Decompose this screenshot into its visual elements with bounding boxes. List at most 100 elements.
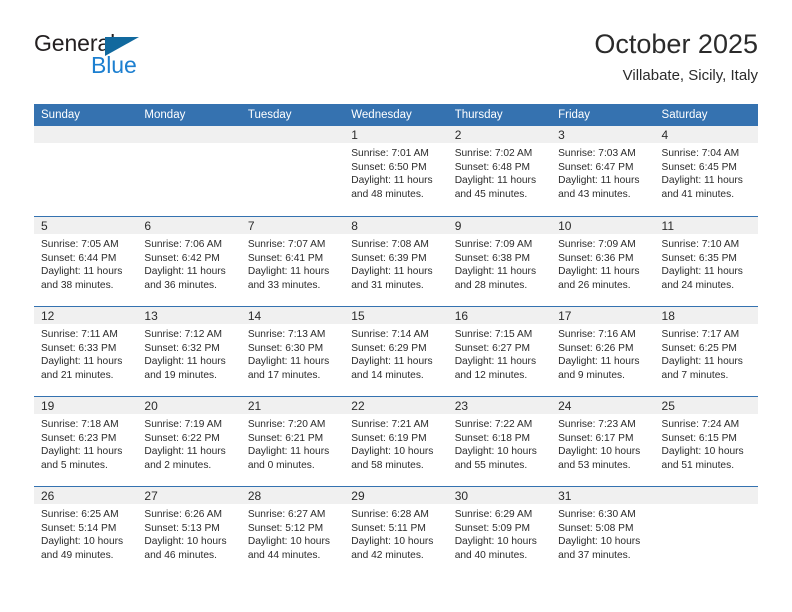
day-number: 25 bbox=[661, 399, 675, 413]
daylight-text-line1: Daylight: 11 hours bbox=[351, 266, 433, 278]
day-number-band: 11 bbox=[654, 217, 758, 234]
daylight-text-line2: and 33 minutes. bbox=[247, 279, 321, 291]
calendar-day-cell[interactable]: 18 Sunrise: 7:17 AM Sunset: 6:25 PM Dayligh… bbox=[654, 307, 758, 396]
calendar-day-cell[interactable]: 10 Sunrise: 7:09 AM Sunset: 6:36 PM Dayligh… bbox=[551, 217, 655, 306]
daylight-text-line2: and 26 minutes. bbox=[558, 279, 631, 291]
calendar-page: General Blue October 2025 Villabate, Sic… bbox=[0, 0, 792, 612]
calendar-day-cell[interactable]: 22 Sunrise: 7:21 AM Sunset: 6:19 PM Dayligh… bbox=[344, 397, 448, 486]
sunrise-text: Sunrise: 7:18 AM bbox=[41, 419, 119, 430]
sunrise-text: Sunrise: 7:01 AM bbox=[351, 148, 429, 159]
day-number-band: 31 bbox=[551, 487, 655, 504]
calendar-day-cell[interactable]: 23 Sunrise: 7:22 AM Sunset: 6:18 PM Dayligh… bbox=[447, 397, 552, 486]
daylight-text-line1: Daylight: 11 hours bbox=[144, 356, 226, 368]
sunset-text: Sunset: 6:26 PM bbox=[558, 342, 634, 354]
calendar-day-cell[interactable]: 13 Sunrise: 7:12 AM Sunset: 6:32 PM Dayligh… bbox=[137, 307, 241, 396]
day-details bbox=[137, 143, 240, 147]
calendar-day-cell[interactable]: 19 Sunrise: 7:18 AM Sunset: 6:23 PM Dayligh… bbox=[34, 397, 138, 486]
calendar-day-cell[interactable]: 4 Sunrise: 7:04 AM Sunset: 6:45 PM Daylight… bbox=[654, 126, 758, 216]
daylight-text-line2: and 28 minutes. bbox=[454, 279, 528, 291]
calendar-day-cell[interactable]: 20 Sunrise: 7:19 AM Sunset: 6:22 PM Dayligh… bbox=[137, 397, 241, 486]
calendar-day-cell[interactable]: 27 Sunrise: 6:26 AM Sunset: 5:13 PM Dayligh… bbox=[137, 487, 241, 576]
day-number-band: 26 bbox=[34, 487, 138, 504]
weekday-header-thursday: Thursday bbox=[454, 109, 503, 121]
day-number-band: 7 bbox=[240, 217, 345, 234]
weekday-header-friday: Friday bbox=[558, 109, 591, 121]
calendar-day-cell[interactable]: 15 Sunrise: 7:14 AM Sunset: 6:29 PM Dayligh… bbox=[344, 307, 448, 396]
daylight-text-line2: and 24 minutes. bbox=[661, 279, 735, 291]
sunrise-text: Sunrise: 6:27 AM bbox=[247, 509, 326, 520]
calendar-day-cell[interactable]: 14 Sunrise: 7:13 AM Sunset: 6:30 PM Dayligh… bbox=[240, 307, 345, 396]
calendar-day-cell[interactable]: 30 Sunrise: 6:29 AM Sunset: 5:09 PM Dayligh… bbox=[447, 487, 552, 576]
calendar-day-cell[interactable]: 24 Sunrise: 7:23 AM Sunset: 6:17 PM Dayligh… bbox=[551, 397, 655, 486]
weekday-header-saturday: Saturday bbox=[661, 109, 708, 121]
brand-name-blue: Blue bbox=[91, 52, 137, 78]
daylight-text-line2: and 9 minutes. bbox=[558, 369, 625, 381]
calendar-day-cell[interactable]: 26 Sunrise: 6:25 AM Sunset: 5:14 PM Dayligh… bbox=[34, 487, 138, 576]
day-number: 15 bbox=[351, 309, 365, 323]
daylight-text-line1: Daylight: 10 hours bbox=[454, 536, 537, 548]
sunset-text: Sunset: 6:39 PM bbox=[351, 252, 427, 264]
calendar-day-cell[interactable]: 29 Sunrise: 6:28 AM Sunset: 5:11 PM Dayligh… bbox=[344, 487, 448, 576]
calendar-day-cell[interactable]: 16 Sunrise: 7:15 AM Sunset: 6:27 PM Dayligh… bbox=[447, 307, 552, 396]
day-details bbox=[34, 143, 137, 147]
calendar-day-cell[interactable]: 8 Sunrise: 7:08 AM Sunset: 6:39 PM Daylight… bbox=[344, 217, 448, 306]
calendar-day-cell[interactable]: 5 Sunrise: 7:05 AM Sunset: 6:44 PM Daylight… bbox=[34, 217, 138, 306]
calendar-day-cell[interactable]: 17 Sunrise: 7:16 AM Sunset: 6:26 PM Dayligh… bbox=[551, 307, 655, 396]
calendar-day-cell[interactable]: 11 Sunrise: 7:10 AM Sunset: 6:35 PM Dayligh… bbox=[654, 217, 758, 306]
sunset-text: Sunset: 6:32 PM bbox=[144, 342, 220, 354]
sunrise-text: Sunrise: 6:26 AM bbox=[144, 509, 223, 520]
day-number: 13 bbox=[144, 309, 158, 323]
day-number-band: 14 bbox=[240, 307, 345, 324]
daylight-text-line1: Daylight: 11 hours bbox=[351, 175, 433, 187]
day-details: Sunrise: 7:01 AM Sunset: 6:50 PM Daylight:… bbox=[344, 143, 447, 201]
calendar-day-cell[interactable]: 1 Sunrise: 7:01 AM Sunset: 6:50 PM Daylight… bbox=[344, 126, 448, 216]
day-number: 31 bbox=[558, 489, 572, 503]
sunrise-text: Sunrise: 7:02 AM bbox=[454, 148, 533, 159]
day-details: Sunrise: 6:25 AM Sunset: 5:14 PM Daylight:… bbox=[34, 504, 137, 562]
calendar-day-cell[interactable]: 28 Sunrise: 6:27 AM Sunset: 5:12 PM Dayligh… bbox=[240, 487, 345, 576]
calendar-day-cell[interactable]: 6 Sunrise: 7:06 AM Sunset: 6:42 PM Daylight… bbox=[137, 217, 241, 306]
day-number: 5 bbox=[41, 219, 48, 233]
calendar-week-row: 12 Sunrise: 7:11 AM Sunset: 6:33 PM Dayligh… bbox=[34, 306, 758, 396]
day-number: 12 bbox=[41, 309, 55, 323]
day-number-band: 10 bbox=[551, 217, 655, 234]
calendar-grid: Sunday Monday Tuesday Wednesday Thursday… bbox=[34, 104, 758, 576]
day-details: Sunrise: 6:27 AM Sunset: 5:12 PM Daylight:… bbox=[241, 504, 344, 562]
day-number-band: 15 bbox=[344, 307, 448, 324]
day-details: Sunrise: 7:03 AM Sunset: 6:47 PM Daylight:… bbox=[551, 143, 654, 201]
sunrise-text: Sunrise: 7:24 AM bbox=[661, 419, 740, 430]
sunset-text: Sunset: 6:22 PM bbox=[144, 432, 220, 444]
brand-logo[interactable]: General Blue bbox=[34, 30, 184, 86]
calendar-day-cell[interactable]: 25 Sunrise: 7:24 AM Sunset: 6:15 PM Dayligh… bbox=[654, 397, 758, 486]
calendar-day-cell[interactable]: 7 Sunrise: 7:07 AM Sunset: 6:41 PM Daylight… bbox=[240, 217, 345, 306]
day-number: 28 bbox=[247, 489, 262, 503]
daylight-text-line2: and 45 minutes. bbox=[454, 188, 528, 200]
sunrise-text: Sunrise: 7:16 AM bbox=[558, 329, 636, 340]
daylight-text-line2: and 2 minutes. bbox=[144, 459, 212, 471]
calendar-day-cell[interactable]: 21 Sunrise: 7:20 AM Sunset: 6:21 PM Dayligh… bbox=[240, 397, 345, 486]
day-details: Sunrise: 6:29 AM Sunset: 5:09 PM Daylight:… bbox=[448, 504, 551, 562]
sunset-text: Sunset: 6:44 PM bbox=[41, 252, 117, 264]
calendar-day-cell[interactable]: 9 Sunrise: 7:09 AM Sunset: 6:38 PM Daylight… bbox=[447, 217, 552, 306]
day-details bbox=[241, 143, 344, 147]
day-number: 9 bbox=[454, 219, 462, 233]
calendar-day-cell[interactable]: 2 Sunrise: 7:02 AM Sunset: 6:48 PM Daylight… bbox=[447, 126, 552, 216]
daylight-text-line1: Daylight: 10 hours bbox=[351, 536, 434, 548]
page-subtitle: Villabate, Sicily, Italy bbox=[622, 67, 758, 84]
daylight-text-line1: Daylight: 11 hours bbox=[351, 356, 433, 368]
daylight-text-line2: and 5 minutes. bbox=[41, 459, 108, 471]
day-number: 27 bbox=[144, 489, 158, 503]
calendar-day-cell[interactable]: 12 Sunrise: 7:11 AM Sunset: 6:33 PM Dayligh… bbox=[34, 307, 138, 396]
calendar-day-cell[interactable]: 31 Sunrise: 6:30 AM Sunset: 5:08 PM Dayligh… bbox=[551, 487, 655, 576]
calendar-day-cell[interactable]: 3 Sunrise: 7:03 AM Sunset: 6:47 PM Daylight… bbox=[551, 126, 655, 216]
day-details: Sunrise: 7:14 AM Sunset: 6:29 PM Daylight:… bbox=[344, 324, 447, 382]
day-number: 7 bbox=[247, 219, 255, 233]
day-number: 14 bbox=[247, 309, 262, 323]
sunrise-text: Sunrise: 7:06 AM bbox=[144, 239, 223, 250]
daylight-text-line2: and 38 minutes. bbox=[41, 279, 114, 291]
sunrise-text: Sunrise: 7:04 AM bbox=[661, 148, 740, 159]
day-number: 19 bbox=[41, 399, 55, 413]
day-number: 30 bbox=[454, 489, 469, 503]
day-number: 21 bbox=[247, 399, 262, 413]
sunset-text: Sunset: 6:50 PM bbox=[351, 161, 427, 173]
